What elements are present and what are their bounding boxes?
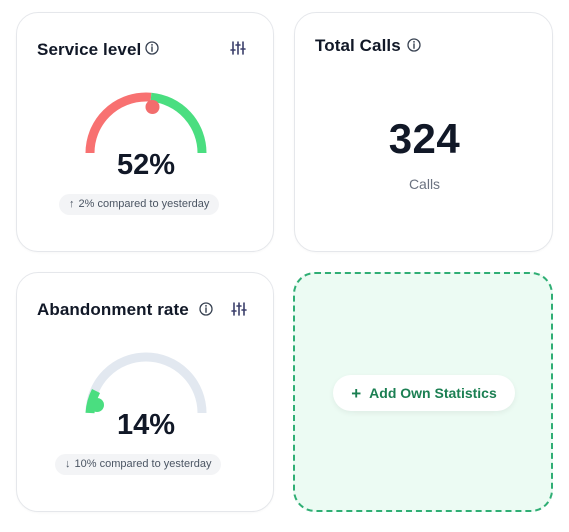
arrow-up-icon: ↑ [69, 198, 75, 210]
add-own-statistics-button[interactable]: + Add Own Statistics [333, 375, 515, 411]
total-calls-value: 324 [388, 115, 461, 162]
info-icon[interactable] [145, 41, 159, 55]
service-level-value: 52% [116, 149, 176, 181]
abandonment-rate-card: Abandonment rate 14% ↓ 10% compared to ye… [16, 272, 274, 512]
comparison-text: 10% compared to yesterday [74, 458, 212, 470]
service-level-comparison: ↑ 2% compared to yesterday [59, 194, 220, 215]
total-calls-unit: Calls [408, 176, 441, 192]
arrow-down-icon: ↓ [65, 458, 71, 470]
service-level-title: Service level [37, 40, 142, 59]
add-own-statistics-label: Add Own Statistics [369, 385, 497, 401]
plus-icon: + [351, 383, 362, 403]
sliders-icon[interactable] [230, 40, 246, 56]
abandonment-rate-title: Abandonment rate [37, 300, 189, 319]
total-calls-card: Total Calls 324 Calls [294, 12, 553, 252]
comparison-text: 2% compared to yesterday [78, 198, 210, 210]
gauge-marker [145, 100, 160, 114]
info-icon[interactable] [407, 38, 421, 52]
sliders-icon[interactable] [231, 301, 247, 317]
service-level-card: Service level 52% ↑ 2% compared to yester… [16, 12, 274, 252]
gauge-track-low [85, 92, 147, 154]
abandonment-rate-value: 14% [116, 409, 176, 441]
gauge-track [85, 352, 207, 414]
total-calls-title: Total Calls [315, 36, 401, 55]
add-statistics-card[interactable]: + Add Own Statistics [293, 272, 553, 512]
info-icon[interactable] [199, 302, 213, 316]
abandonment-rate-comparison: ↓ 10% compared to yesterday [55, 454, 222, 475]
